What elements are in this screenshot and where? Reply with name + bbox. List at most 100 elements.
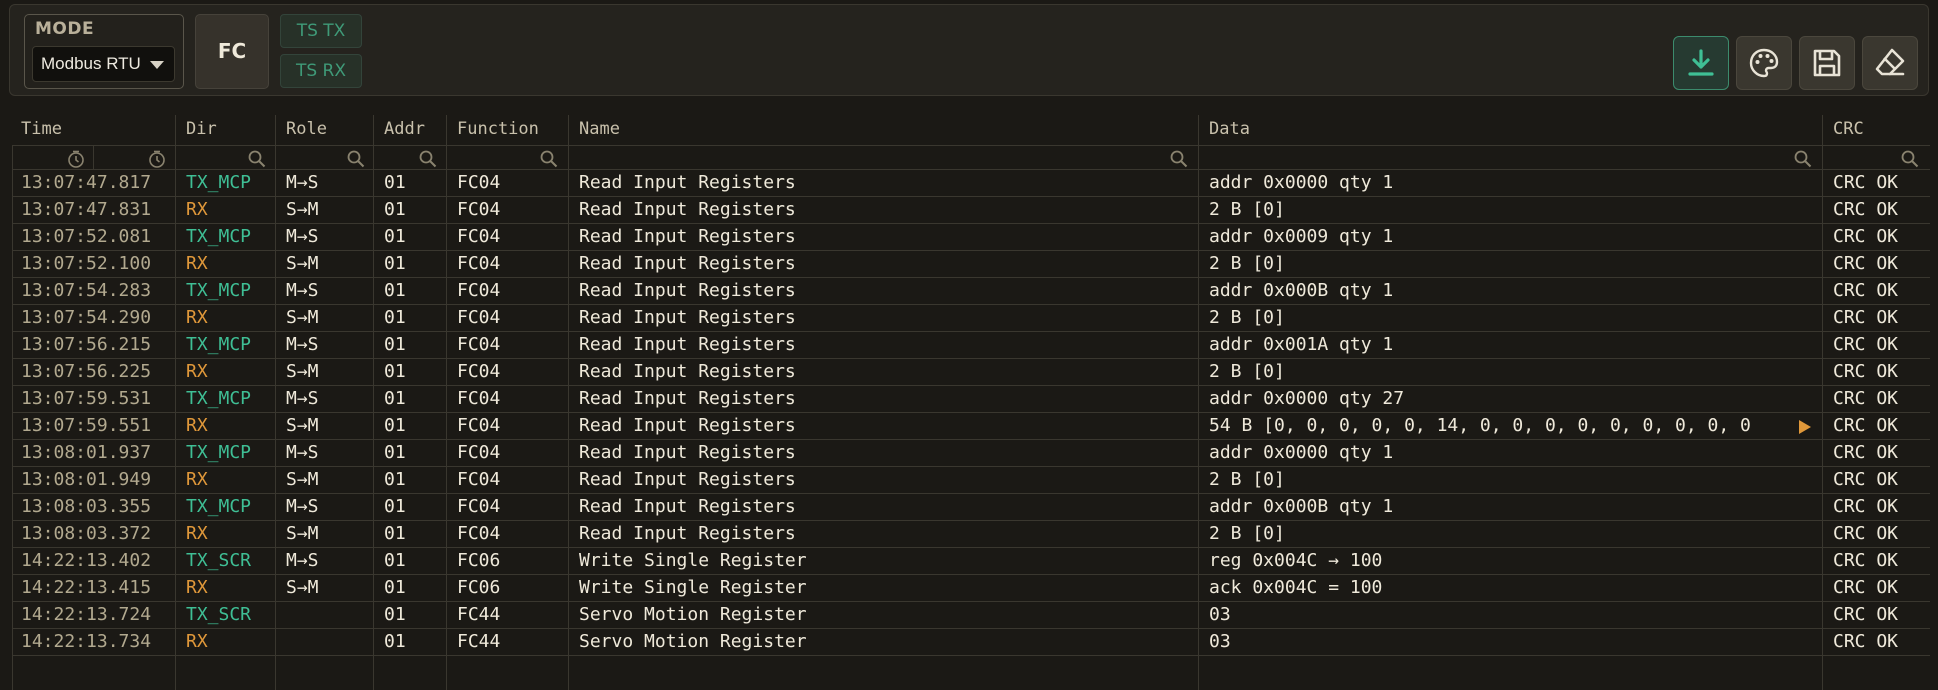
cell-function: FC04 [457,388,501,409]
cell-time: 13:08:01.949 [21,469,152,490]
search-icon[interactable] [247,149,267,169]
table-row[interactable]: 13:07:56.225 RX S→M 01 FC04 Read Input Regist… [12,359,1930,386]
cell-role: M→S [286,334,319,355]
column-divider[interactable] [1198,115,1199,690]
cell-function: FC04 [457,523,501,544]
cell-function: FC04 [457,253,501,274]
cell-addr: 01 [384,442,406,463]
cell-addr: 01 [384,172,406,193]
search-icon[interactable] [1900,149,1920,169]
cell-dir: TX_MCP [186,334,252,355]
ts-tx-button[interactable]: TS TX [280,14,362,48]
cell-function: FC06 [457,550,501,571]
expand-arrow-icon[interactable] [1799,420,1811,434]
table-row[interactable]: 13:08:01.949 RX S→M 01 FC04 Read Input Regist… [12,467,1930,494]
table-row[interactable]: 13:08:01.937 TX_MCP M→S 01 FC04 Read Input Re… [12,440,1930,467]
cell-crc: CRC OK [1833,226,1899,247]
save-icon [1813,49,1841,77]
table-row[interactable]: 13:07:52.081 TX_MCP M→S 01 FC04 Read Input Re… [12,224,1930,251]
column-header-crc[interactable]: CRC [1833,115,1864,145]
table-row[interactable]: 13:08:03.355 TX_MCP M→S 01 FC04 Read Input Re… [12,494,1930,521]
column-header-addr[interactable]: Addr [384,115,425,145]
table-row[interactable]: 13:07:54.290 RX S→M 01 FC04 Read Input Regist… [12,305,1930,332]
cell-time: 14:22:13.734 [21,631,152,652]
column-header-dir[interactable]: Dir [186,115,217,145]
column-divider[interactable] [175,115,176,690]
cell-data: addr 0x001A qty 1 [1209,334,1394,355]
download-button[interactable] [1673,36,1729,90]
table-row[interactable]: 13:07:47.831 RX S→M 01 FC04 Read Input Regist… [12,197,1930,224]
table-row[interactable]: 13:07:54.283 TX_MCP M→S 01 FC04 Read Input Re… [12,278,1930,305]
cell-crc: CRC OK [1833,550,1899,571]
column-divider[interactable] [568,115,569,690]
clock-icon[interactable] [147,149,167,169]
cell-data: 2 B [0] [1209,469,1285,490]
cell-role: M→S [286,550,319,571]
cell-data: 03 [1209,631,1231,652]
search-icon[interactable] [418,149,438,169]
column-divider[interactable] [373,115,374,690]
table-row[interactable]: 14:22:13.402 TX_SCR M→S 01 FC06 Write Single … [12,548,1930,575]
cell-name: Read Input Registers [579,442,796,463]
cell-crc: CRC OK [1833,307,1899,328]
cell-addr: 01 [384,199,406,220]
clock-icon[interactable] [66,149,86,169]
table-row[interactable]: 13:07:56.215 TX_MCP M→S 01 FC04 Read Input Re… [12,332,1930,359]
cell-addr: 01 [384,388,406,409]
table-row[interactable]: 13:07:59.551 RX S→M 01 FC04 Read Input Regist… [12,413,1930,440]
cell-addr: 01 [384,361,406,382]
cell-data: addr 0x0000 qty 1 [1209,442,1394,463]
cell-data: 2 B [0] [1209,523,1285,544]
cell-name: Read Input Registers [579,172,796,193]
cell-function: FC04 [457,415,501,436]
cell-name: Read Input Registers [579,388,796,409]
cell-function: FC04 [457,226,501,247]
column-header-role[interactable]: Role [286,115,327,145]
cell-crc: CRC OK [1833,388,1899,409]
cell-crc: CRC OK [1833,577,1899,598]
search-icon[interactable] [346,149,366,169]
cell-dir: RX [186,523,208,544]
cell-role: S→M [286,523,319,544]
cell-role: M→S [286,280,319,301]
column-divider[interactable] [446,115,447,690]
column-header-data[interactable]: Data [1209,115,1250,145]
table-row[interactable]: 14:22:13.734 RX 01 FC44 Servo Motion Registe… [12,629,1930,656]
save-button[interactable] [1799,36,1855,90]
cell-dir: RX [186,469,208,490]
toolbar: MODE Modbus RTU FC TS TX TS RX [9,4,1929,96]
column-divider[interactable] [275,115,276,690]
table-row[interactable]: 13:07:47.817 TX_MCP M→S 01 FC04 Read Input Re… [12,170,1930,197]
search-icon[interactable] [539,149,559,169]
clear-button[interactable] [1862,36,1918,90]
column-header-name[interactable]: Name [579,115,620,145]
cell-dir: TX_SCR [186,550,252,571]
cell-crc: CRC OK [1833,523,1899,544]
table-row[interactable]: 13:07:52.100 RX S→M 01 FC04 Read Input Regist… [12,251,1930,278]
table-row[interactable]: 13:08:03.372 RX S→M 01 FC04 Read Input Regist… [12,521,1930,548]
cell-data: 54 B [0, 0, 0, 0, 0, 14, 0, 0, 0, 0, 0, … [1209,415,1751,436]
cell-data: ack 0x004C = 100 [1209,577,1383,598]
cell-data: 2 B [0] [1209,253,1285,274]
table-row[interactable]: 14:22:13.724 TX_SCR 01 FC44 Servo Motion Reg… [12,602,1930,629]
table-row[interactable]: 13:07:59.531 TX_MCP M→S 01 FC04 Read Input Re… [12,386,1930,413]
cell-crc: CRC OK [1833,199,1899,220]
cell-function: FC04 [457,496,501,517]
mode-select[interactable]: Modbus RTU [32,46,175,82]
table-body: 13:07:47.817 TX_MCP M→S 01 FC04 Read Input Re… [12,170,1930,656]
palette-button[interactable] [1736,36,1792,90]
ts-rx-button[interactable]: TS RX [280,54,362,88]
eraser-icon [1875,48,1905,76]
cell-dir: TX_SCR [186,604,252,625]
cell-addr: 01 [384,280,406,301]
search-icon[interactable] [1169,149,1189,169]
column-header-time[interactable]: Time [21,115,62,145]
fc-button[interactable]: FC [195,14,269,89]
table-row[interactable]: 14:22:13.415 RX S→M 01 FC06 Write Single Regi… [12,575,1930,602]
cell-addr: 01 [384,577,406,598]
column-header-function[interactable]: Function [457,115,539,145]
cell-data: 2 B [0] [1209,199,1285,220]
cell-name: Read Input Registers [579,469,796,490]
search-icon[interactable] [1793,149,1813,169]
column-divider[interactable] [1822,115,1823,690]
